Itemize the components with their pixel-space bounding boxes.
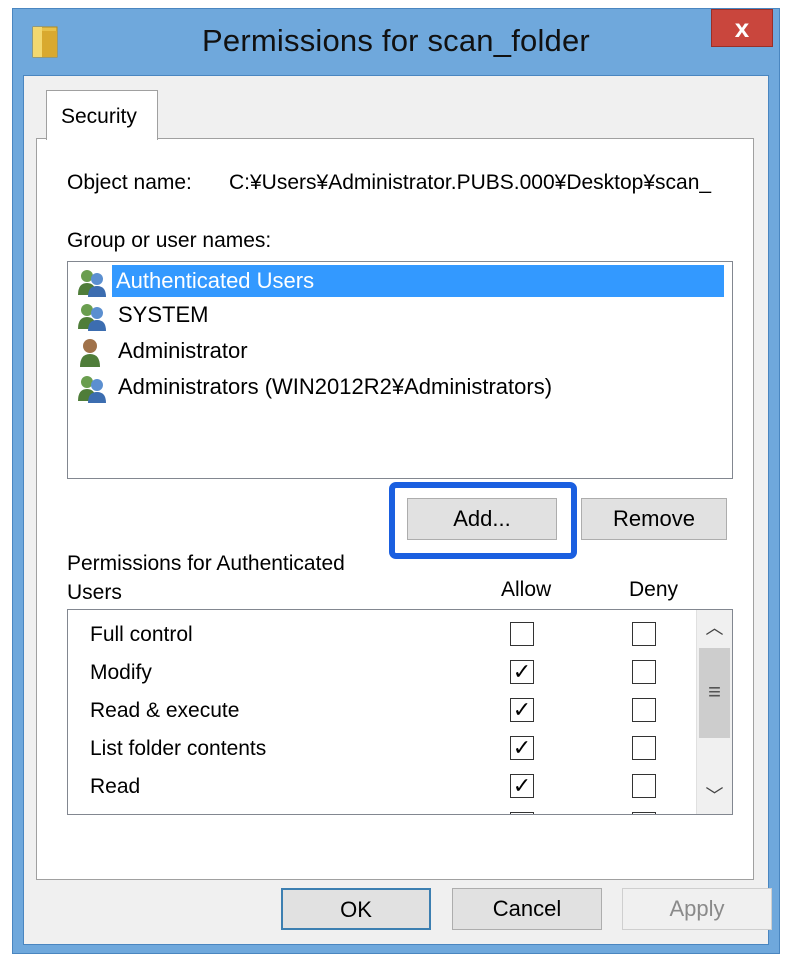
allow-checkbox[interactable]: ✓ <box>510 698 534 722</box>
deny-checkbox[interactable] <box>632 774 656 798</box>
deny-checkbox[interactable] <box>632 622 656 646</box>
permission-row-partial <box>68 806 696 814</box>
user-name: Authenticated Users <box>112 265 724 297</box>
permission-name: Full control <box>90 623 193 646</box>
permission-row-read-execute: Read & execute ✓ <box>68 692 696 730</box>
user-name: Administrator <box>118 338 248 363</box>
group-users-icon <box>78 270 106 297</box>
permissions-for-label: Permissions for Authenticated Users <box>67 552 345 604</box>
deny-checkbox[interactable] <box>632 660 656 684</box>
user-name: SYSTEM <box>118 302 209 327</box>
permissions-list[interactable]: Full control Modify ✓ Read & execute ✓ L… <box>67 609 733 815</box>
window-title: Permissions for scan_folder <box>202 23 590 58</box>
close-button[interactable]: x <box>711 9 773 47</box>
permission-name: Read <box>90 775 141 798</box>
permission-name: List folder contents <box>90 737 267 760</box>
allow-checkbox[interactable]: ✓ <box>510 774 534 798</box>
permission-row-list-folder-contents: List folder contents ✓ <box>68 730 696 768</box>
deny-checkbox[interactable] <box>632 698 656 722</box>
group-users-icon <box>78 376 106 403</box>
user-list[interactable]: Authenticated Users SYSTEM Administrator <box>67 261 733 479</box>
chevron-down-icon[interactable]: ﹀ <box>697 778 732 814</box>
object-name-value: C:¥Users¥Administrator.PUBS.000¥Desktop¥… <box>229 171 712 194</box>
apply-button[interactable]: Apply <box>622 888 772 930</box>
deny-checkbox[interactable] <box>632 736 656 760</box>
ok-button[interactable]: OK <box>281 888 431 930</box>
user-list-item-authenticated-users[interactable]: Authenticated Users <box>72 264 728 298</box>
chevron-up-icon[interactable]: ︿ <box>697 610 732 646</box>
object-name-label: Object name: <box>67 171 192 194</box>
security-tab-panel: Object name: C:¥Users¥Administrator.PUBS… <box>36 138 754 880</box>
group-users-icon <box>78 304 106 331</box>
cancel-button[interactable]: Cancel <box>452 888 602 930</box>
permissions-scrollbar[interactable]: ︿ ≡ ﹀ <box>696 610 732 814</box>
permission-row-read: Read ✓ <box>68 768 696 806</box>
add-button[interactable]: Add... <box>407 498 557 540</box>
permission-row-modify: Modify ✓ <box>68 654 696 692</box>
deny-column-header: Deny <box>629 578 679 601</box>
permission-name: Read & execute <box>90 699 240 722</box>
allow-checkbox[interactable]: ✓ <box>510 736 534 760</box>
permissions-dialog: Permissions for scan_folder x Security O… <box>12 8 780 954</box>
single-user-icon <box>80 339 100 367</box>
dialog-client-area: Security Object name: C:¥Users¥Administr… <box>23 75 772 945</box>
permission-row-full-control: Full control <box>68 616 696 654</box>
user-name: Administrators (WIN2012R2¥Administrators… <box>118 374 553 399</box>
tab-security[interactable]: Security <box>46 90 158 140</box>
allow-checkbox[interactable]: ✓ <box>510 660 534 684</box>
title-bar[interactable]: Permissions for scan_folder x <box>13 9 779 75</box>
group-names-label: Group or user names: <box>67 229 272 252</box>
permission-name: Modify <box>90 661 152 684</box>
allow-column-header: Allow <box>501 578 552 601</box>
remove-button[interactable]: Remove <box>581 498 727 540</box>
allow-checkbox[interactable] <box>510 622 534 646</box>
scrollbar-thumb[interactable]: ≡ <box>699 648 730 738</box>
deny-checkbox[interactable] <box>632 812 656 814</box>
allow-checkbox[interactable] <box>510 812 534 814</box>
